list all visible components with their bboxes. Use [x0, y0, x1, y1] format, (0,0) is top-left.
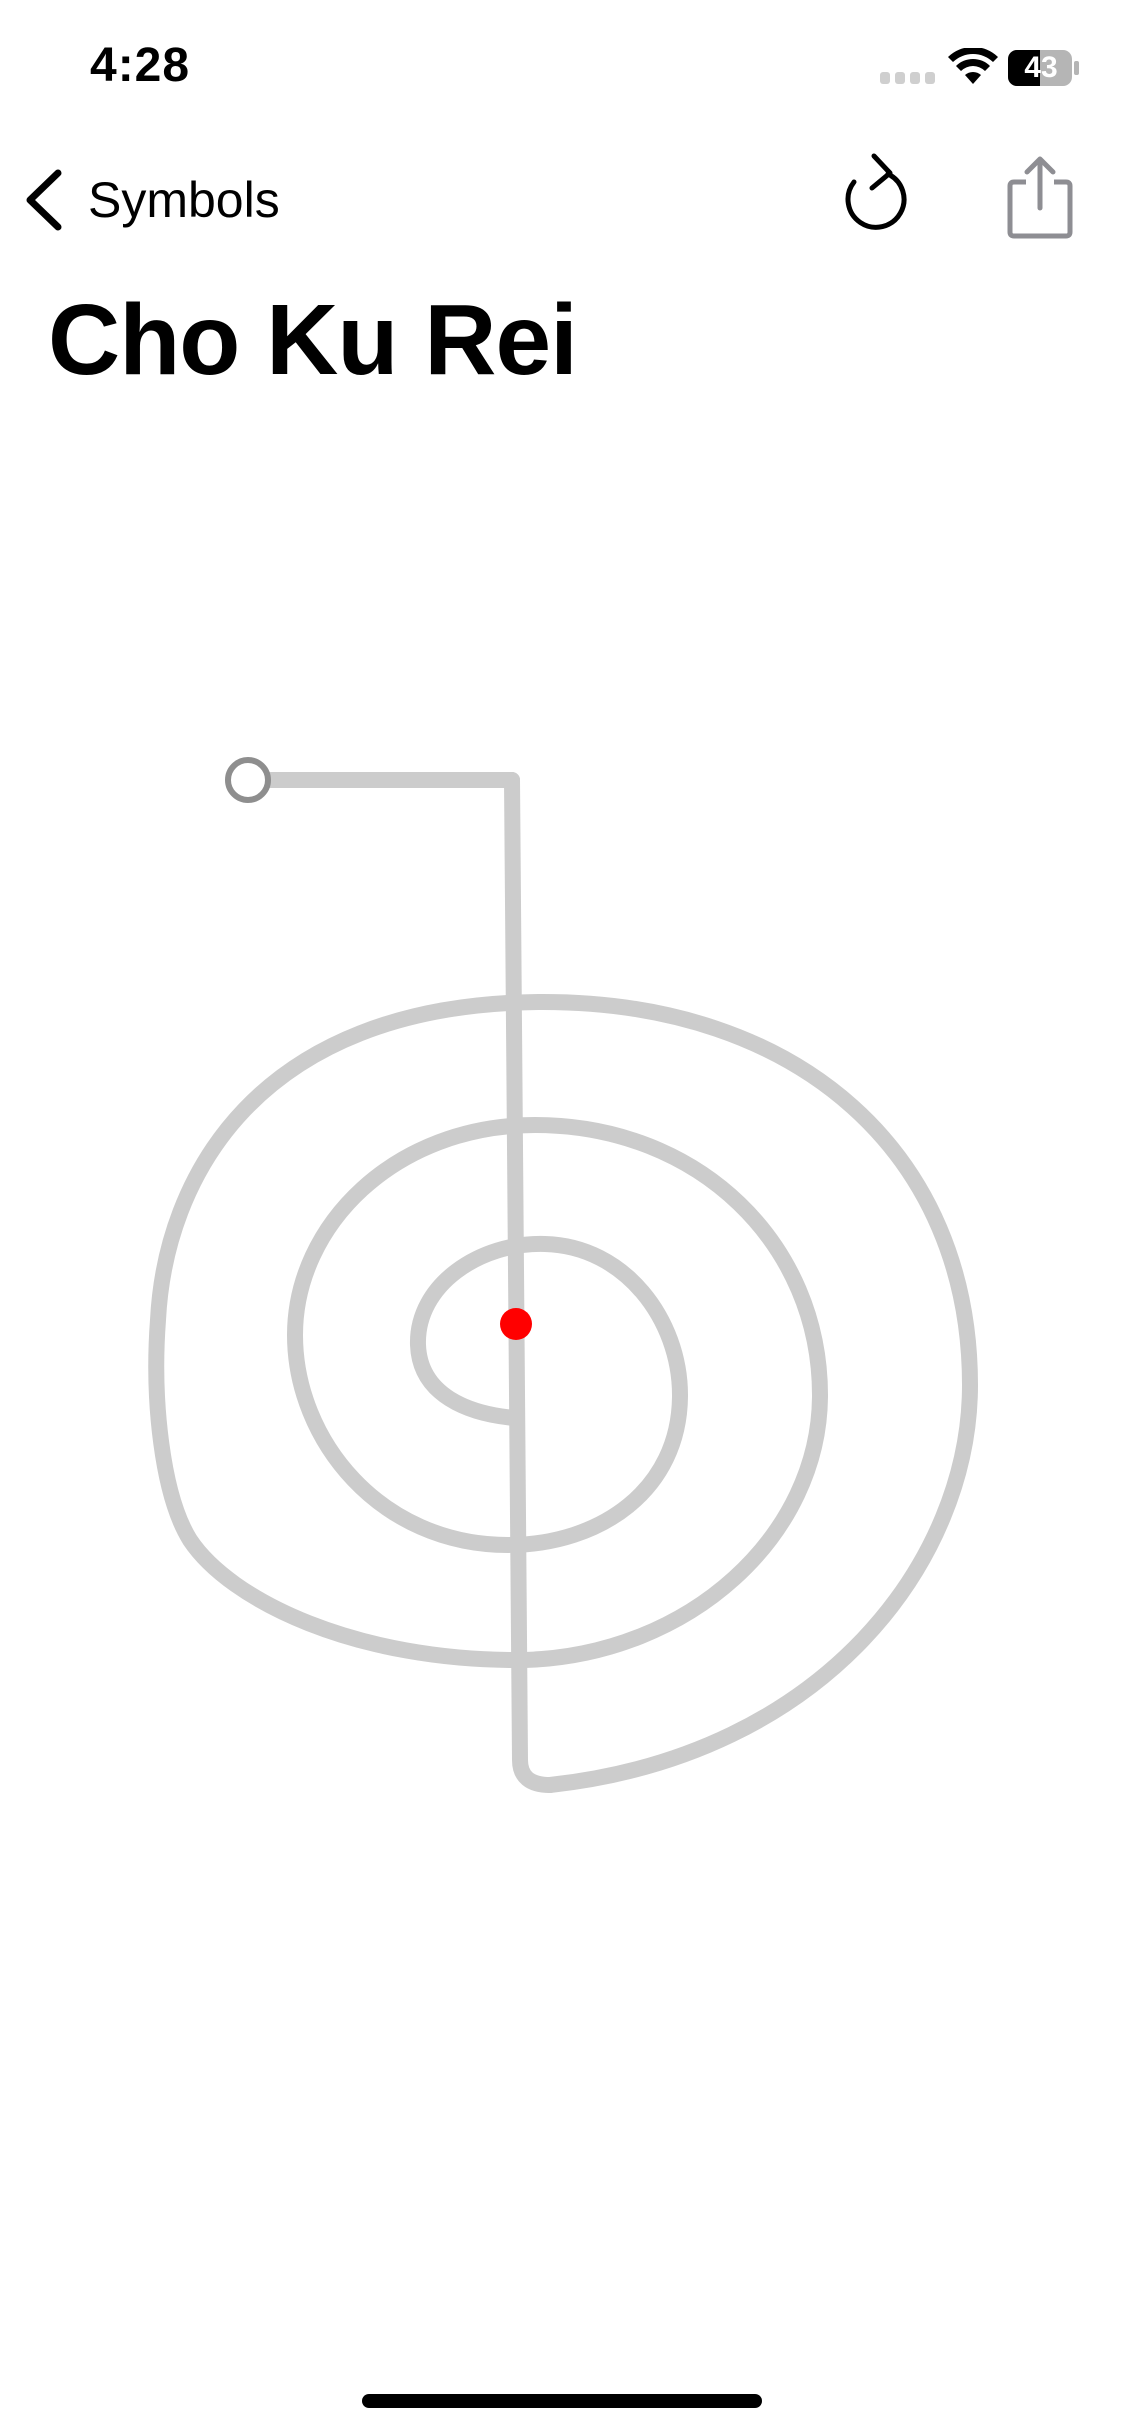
- symbol-path: [148, 772, 978, 1793]
- symbol-drawing[interactable]: [0, 0, 1125, 2436]
- start-marker: [225, 757, 271, 803]
- home-indicator[interactable]: [362, 2394, 762, 2408]
- current-point-marker: [500, 1308, 532, 1340]
